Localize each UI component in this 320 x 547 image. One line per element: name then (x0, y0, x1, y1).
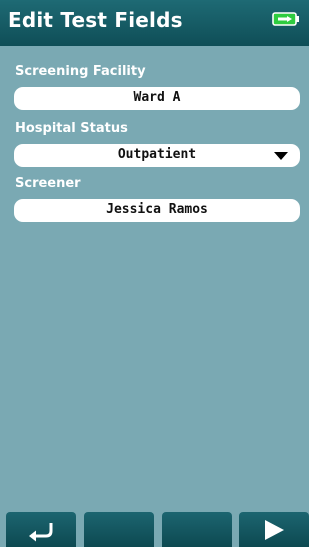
screen: Edit Test Fields Screening Facility Ward… (0, 0, 309, 547)
page-title: Edit Test Fields (8, 8, 183, 32)
screener-field[interactable]: Jessica Ramos (14, 199, 300, 222)
footer-bar (0, 510, 309, 547)
next-button[interactable] (239, 512, 309, 547)
hospital-status-value: Outpatient (117, 147, 197, 162)
back-button[interactable] (6, 512, 76, 547)
hospital-status-dropdown[interactable]: Outpatient (14, 144, 300, 167)
footer-button-2[interactable] (84, 512, 154, 547)
screening-facility-field[interactable]: Ward A (14, 87, 300, 110)
header-bar: Edit Test Fields (0, 0, 309, 46)
screening-facility-value: Ward A (133, 90, 181, 105)
play-icon (265, 520, 284, 540)
screener-label: Screener (15, 176, 81, 191)
screener-value: Jessica Ramos (106, 202, 208, 217)
battery-charging-icon (272, 12, 299, 26)
screening-facility-label: Screening Facility (15, 64, 146, 79)
hospital-status-label: Hospital Status (15, 121, 128, 136)
return-icon (29, 523, 53, 542)
chevron-down-icon (274, 152, 288, 160)
footer-button-3[interactable] (162, 512, 232, 547)
